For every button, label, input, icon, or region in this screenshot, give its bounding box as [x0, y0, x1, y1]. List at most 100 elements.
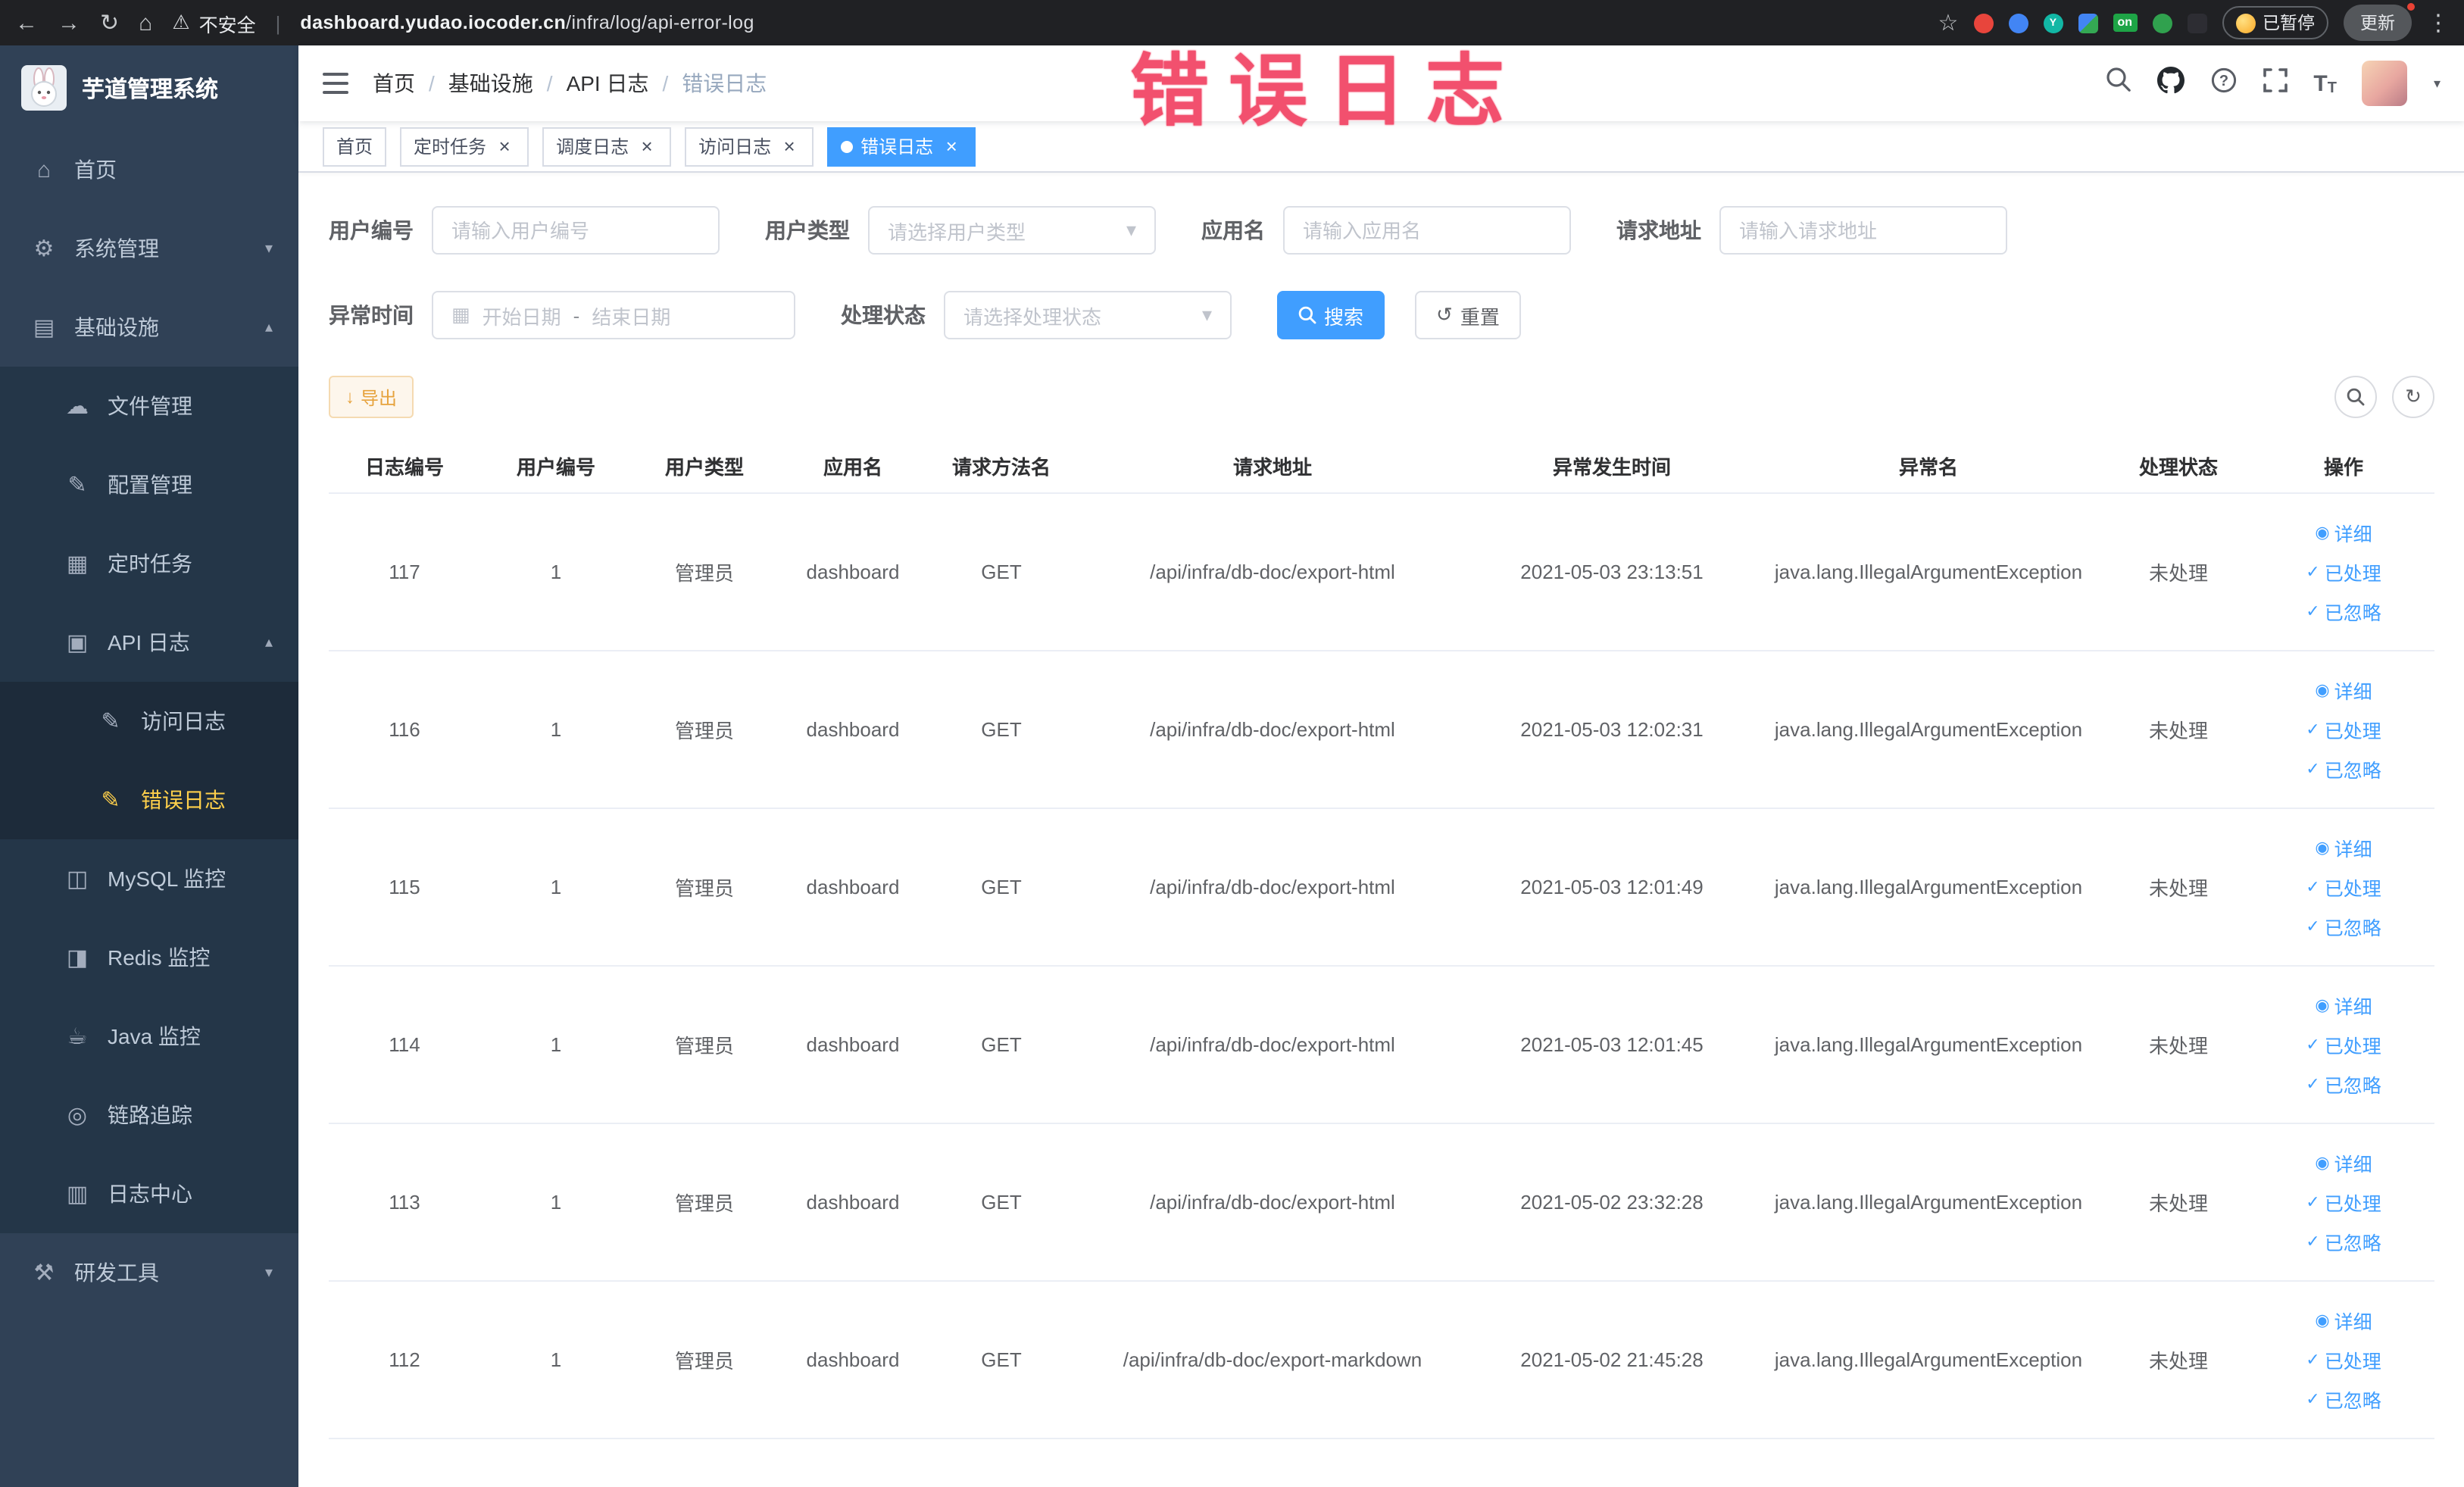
detail-link[interactable]: ◉ 详细	[2315, 676, 2372, 704]
sidebar-item-scheduled-task[interactable]: ▦ 定时任务	[0, 524, 298, 603]
refresh-table-button[interactable]: ↻	[2392, 376, 2434, 418]
sidebar-item-system-mgmt[interactable]: ⚙ 系统管理 ▾	[0, 209, 298, 288]
extension-icon[interactable]	[1973, 13, 1994, 33]
detail-link[interactable]: ◉ 详细	[2315, 991, 2372, 1020]
sidebar-item-dev-tools[interactable]: ⚒ 研发工具 ▾	[0, 1233, 298, 1312]
sidebar-item-file-mgmt[interactable]: ☁ 文件管理	[0, 367, 298, 445]
tab-close-icon[interactable]: ×	[636, 136, 657, 157]
help-icon[interactable]: ?	[2210, 66, 2238, 101]
sidebar-item-error-log[interactable]: ✎ 错误日志	[0, 761, 298, 839]
chevron-down-icon: ▾	[1126, 218, 1136, 241]
sidebar-item-log-center[interactable]: ▥ 日志中心	[0, 1154, 298, 1233]
breadcrumb-link[interactable]: 首页	[373, 68, 415, 98]
detail-link[interactable]: ◉ 详细	[2315, 1306, 2372, 1335]
table-row: 116 1 管理员 dashboard GET/api/infra/db-doc/exp…	[329, 651, 2434, 809]
tab-close-icon[interactable]: ×	[779, 136, 800, 157]
ignored-link[interactable]: ✓ 已忽略	[2306, 597, 2381, 626]
refresh-icon: ↺	[1436, 303, 1453, 326]
extension-icon[interactable]	[2152, 13, 2172, 33]
tab-schedule-log[interactable]: 调度日志 ×	[542, 127, 672, 166]
column-header: 请求方法名	[951, 456, 1051, 479]
sidebar-item-infrastructure[interactable]: ▤ 基础设施 ▴	[0, 288, 298, 367]
font-size-icon[interactable]: TT	[2313, 70, 2337, 96]
processed-link[interactable]: ✓ 已处理	[2306, 1188, 2381, 1217]
column-header: 应用名	[823, 456, 882, 479]
processed-link[interactable]: ✓ 已处理	[2306, 558, 2381, 586]
sidebar-item-api-log[interactable]: ▣ API 日志 ▴	[0, 603, 298, 682]
detail-link[interactable]: ◉ 详细	[2315, 833, 2372, 862]
sidebar-item-label: 基础设施	[74, 315, 159, 339]
sidebar-item-mysql-monitor[interactable]: ◫ MySQL 监控	[0, 839, 298, 918]
bookmark-star-icon[interactable]: ☆	[1938, 11, 1959, 34]
user-avatar[interactable]	[2362, 61, 2408, 106]
tab-close-icon[interactable]: ×	[494, 136, 515, 157]
sidebar-item-redis-monitor[interactable]: ◨ Redis 监控	[0, 918, 298, 997]
reset-button[interactable]: ↺ 重置	[1415, 291, 1521, 339]
sidebar-item-java-monitor[interactable]: ☕ Java 监控	[0, 997, 298, 1076]
processed-link[interactable]: ✓ 已处理	[2306, 715, 2381, 744]
sidebar-item-home[interactable]: ⌂ 首页	[0, 130, 298, 209]
ignored-link[interactable]: ✓ 已忽略	[2306, 1070, 2381, 1098]
ignored-link[interactable]: ✓ 已忽略	[2306, 912, 2381, 941]
processed-link[interactable]: ✓ 已处理	[2306, 873, 2381, 901]
request-url-input[interactable]	[1719, 206, 2007, 255]
extension-icon[interactable]: Y	[2043, 13, 2063, 33]
extension-icon[interactable]	[2008, 13, 2028, 33]
cell-app-name: dashboard	[806, 561, 900, 583]
paused-button[interactable]: 已暂停	[2222, 6, 2328, 39]
filter-label: 请求地址	[1616, 218, 1701, 242]
table-body: 117 1 管理员 dashboard GET/api/infra/db-doc/exp…	[329, 494, 2434, 1439]
detail-link[interactable]: ◉ 详细	[2315, 1148, 2372, 1177]
chevron-down-icon: ▾	[264, 1264, 273, 1281]
detail-link[interactable]: ◉ 详细	[2315, 518, 2372, 547]
date-range-picker[interactable]: ▦ 开始日期 - 结束日期	[432, 291, 795, 339]
fullscreen-icon[interactable]	[2263, 67, 2288, 99]
tab-scheduled-task[interactable]: 定时任务 ×	[400, 127, 529, 166]
sidebar-item-trace[interactable]: ◎ 链路追踪	[0, 1076, 298, 1154]
processed-link[interactable]: ✓ 已处理	[2306, 1030, 2381, 1059]
home-icon[interactable]: ⌂	[139, 11, 152, 34]
column-header: 异常名	[1898, 456, 1958, 479]
ignored-link[interactable]: ✓ 已忽略	[2306, 1227, 2381, 1256]
sidebar-item-config-mgmt[interactable]: ✎ 配置管理	[0, 445, 298, 524]
address-bar[interactable]: dashboard.yudao.iocoder.cn/infra/log/api…	[300, 12, 754, 33]
export-button[interactable]: ↓ 导出	[329, 376, 414, 418]
breadcrumb-link[interactable]: API 日志	[567, 68, 649, 98]
extension-icon[interactable]	[2078, 13, 2098, 33]
cell-actions: ◉ 详细 ✓ 已处理 ✓ 已忽略	[2253, 991, 2434, 1098]
hamburger-icon[interactable]	[323, 73, 348, 94]
kebab-menu-icon[interactable]: ⋮	[2427, 11, 2450, 34]
extension-on-badge[interactable]: on	[2113, 14, 2137, 32]
cell-exception-name: java.lang.IllegalArgumentException	[1774, 1348, 2083, 1371]
tab-home[interactable]: 首页	[323, 127, 387, 166]
cell-exception-name: java.lang.IllegalArgumentException	[1774, 876, 2083, 898]
search-button[interactable]: 搜索	[1277, 291, 1385, 339]
breadcrumb-link[interactable]: 基础设施	[448, 68, 533, 98]
app-name-input[interactable]	[1283, 206, 1571, 255]
back-icon[interactable]: ←	[15, 11, 38, 34]
process-status-select[interactable]: 请选择处理状态 ▾	[944, 291, 1232, 339]
filter-label: 处理状态	[841, 303, 926, 327]
sidebar-item-access-log[interactable]: ✎ 访问日志	[0, 682, 298, 761]
main-area: 首页 / 基础设施 / API 日志 / 错误日志 ? TT ▾ 首页 定时任务…	[298, 45, 2464, 1487]
search-icon[interactable]	[2106, 67, 2131, 100]
update-button[interactable]: 更新	[2344, 2, 2416, 41]
user-id-input[interactable]	[432, 206, 720, 255]
ignored-link[interactable]: ✓ 已忽略	[2306, 754, 2381, 783]
extension-icon[interactable]	[2187, 13, 2206, 33]
security-chip[interactable]: ⚠ 不安全	[172, 8, 255, 37]
cell-user-type: 管理员	[674, 1035, 734, 1057]
processed-link[interactable]: ✓ 已处理	[2306, 1345, 2381, 1374]
forward-icon[interactable]: →	[58, 11, 80, 34]
reload-icon[interactable]: ↻	[100, 11, 119, 34]
chevron-down-icon[interactable]: ▾	[2434, 75, 2441, 92]
user-type-select[interactable]: 请选择用户类型 ▾	[868, 206, 1156, 255]
app-logo[interactable]: 芋道管理系统	[0, 45, 298, 130]
cell-exception-name: java.lang.IllegalArgumentException	[1774, 1191, 2083, 1214]
ignored-link[interactable]: ✓ 已忽略	[2306, 1385, 2381, 1414]
tab-access-log[interactable]: 访问日志 ×	[685, 127, 814, 166]
toggle-search-button[interactable]	[2334, 376, 2377, 418]
tab-close-icon[interactable]: ×	[941, 136, 962, 157]
github-icon[interactable]	[2157, 66, 2185, 101]
tab-error-log[interactable]: 错误日志 ×	[827, 127, 976, 166]
